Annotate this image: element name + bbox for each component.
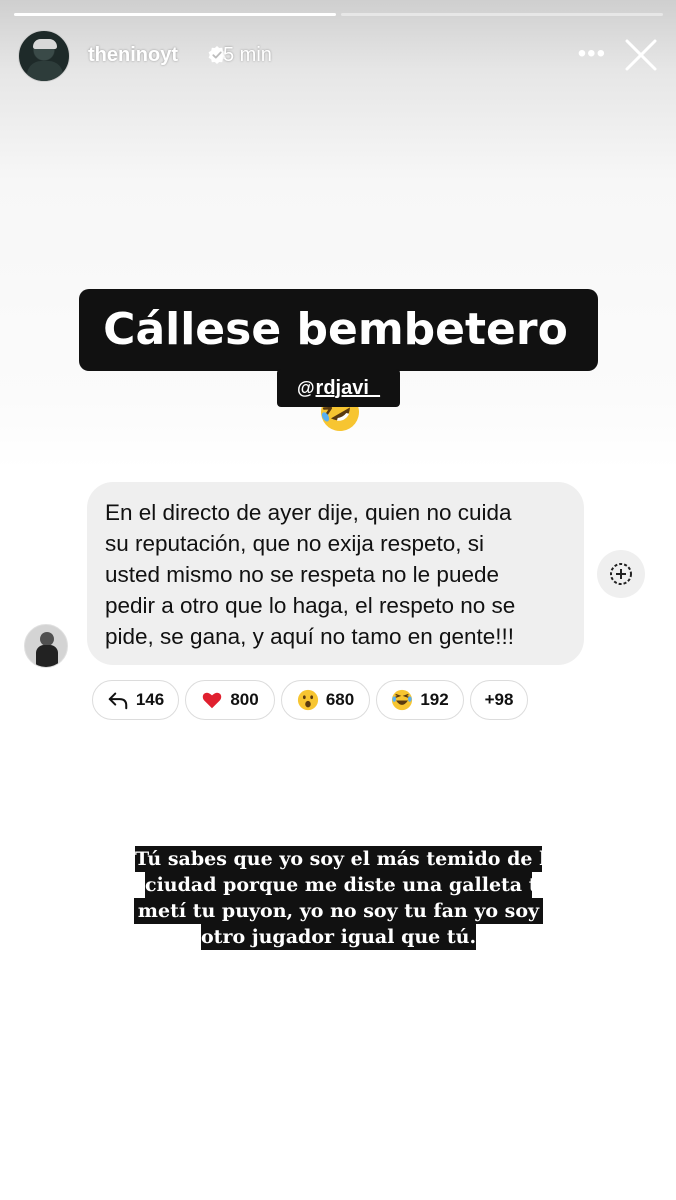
mention-text: rdjavi_ [315, 376, 381, 399]
message-bubble: En el directo de ayer dije, quien no cui… [87, 482, 584, 665]
message-line: pedir a otro que lo haga, el respeto no … [105, 593, 516, 618]
close-icon[interactable] [624, 38, 658, 72]
commenter-avatar[interactable] [24, 624, 68, 668]
message-line: usted mismo no se respeta no le puede [105, 562, 499, 587]
more-reactions-pill[interactable]: +98 [470, 680, 528, 720]
reply-count-pill[interactable]: 146 [92, 680, 179, 720]
laughing-count: 192 [420, 690, 449, 709]
laughing-emoji [392, 689, 413, 711]
more-reactions-count: +98 [484, 690, 514, 709]
caption-line: ciudad porque me diste una galleta te [145, 872, 550, 898]
story-progress-segment-2 [341, 13, 663, 16]
caption-line: otro jugador igual que tú. [201, 924, 477, 950]
story-header: theninoyt 5 min ••• [18, 30, 658, 82]
add-circle-icon [610, 563, 632, 585]
caption-text: Cállese bembetero [103, 304, 568, 355]
story-caption: Cállese bembetero [79, 289, 598, 431]
message-line: pide, se gana, y aquí no tamo en gente!!… [105, 624, 515, 649]
profile-avatar[interactable] [18, 30, 70, 82]
add-to-story-button[interactable] [597, 550, 645, 598]
caption-line: Tú sabes que yo soy el más temido de la [135, 846, 559, 872]
username[interactable]: theninoyt [88, 44, 178, 67]
reply-count: 146 [135, 690, 165, 709]
mention-sticker[interactable]: @ rdjavi_ [277, 369, 400, 407]
surprised-emoji [297, 689, 318, 711]
laughing-reaction-pill[interactable]: 192 [376, 680, 464, 720]
more-options-icon[interactable]: ••• [578, 40, 606, 68]
mention-at-icon: @ [296, 377, 315, 398]
post-time: 5 min [223, 44, 272, 66]
reply-icon [108, 692, 128, 710]
heart-reaction-pill[interactable]: 800 [185, 680, 275, 720]
caption-line: metí tu puyon, yo no soy tu fan yo soy [134, 898, 543, 924]
heart-icon [203, 692, 222, 709]
surprised-reaction-pill[interactable]: 680 [281, 680, 370, 720]
message-line: En el directo de ayer dije, quien no cui… [105, 500, 512, 525]
message-line: su reputación, que no exija respeto, si [105, 531, 484, 556]
heart-count: 800 [230, 690, 259, 709]
surprised-count: 680 [325, 690, 355, 709]
story-progress-segment-1 [14, 13, 336, 16]
shared-post-card[interactable]: En el directo de ayer dije, quien no cui… [0, 470, 676, 735]
